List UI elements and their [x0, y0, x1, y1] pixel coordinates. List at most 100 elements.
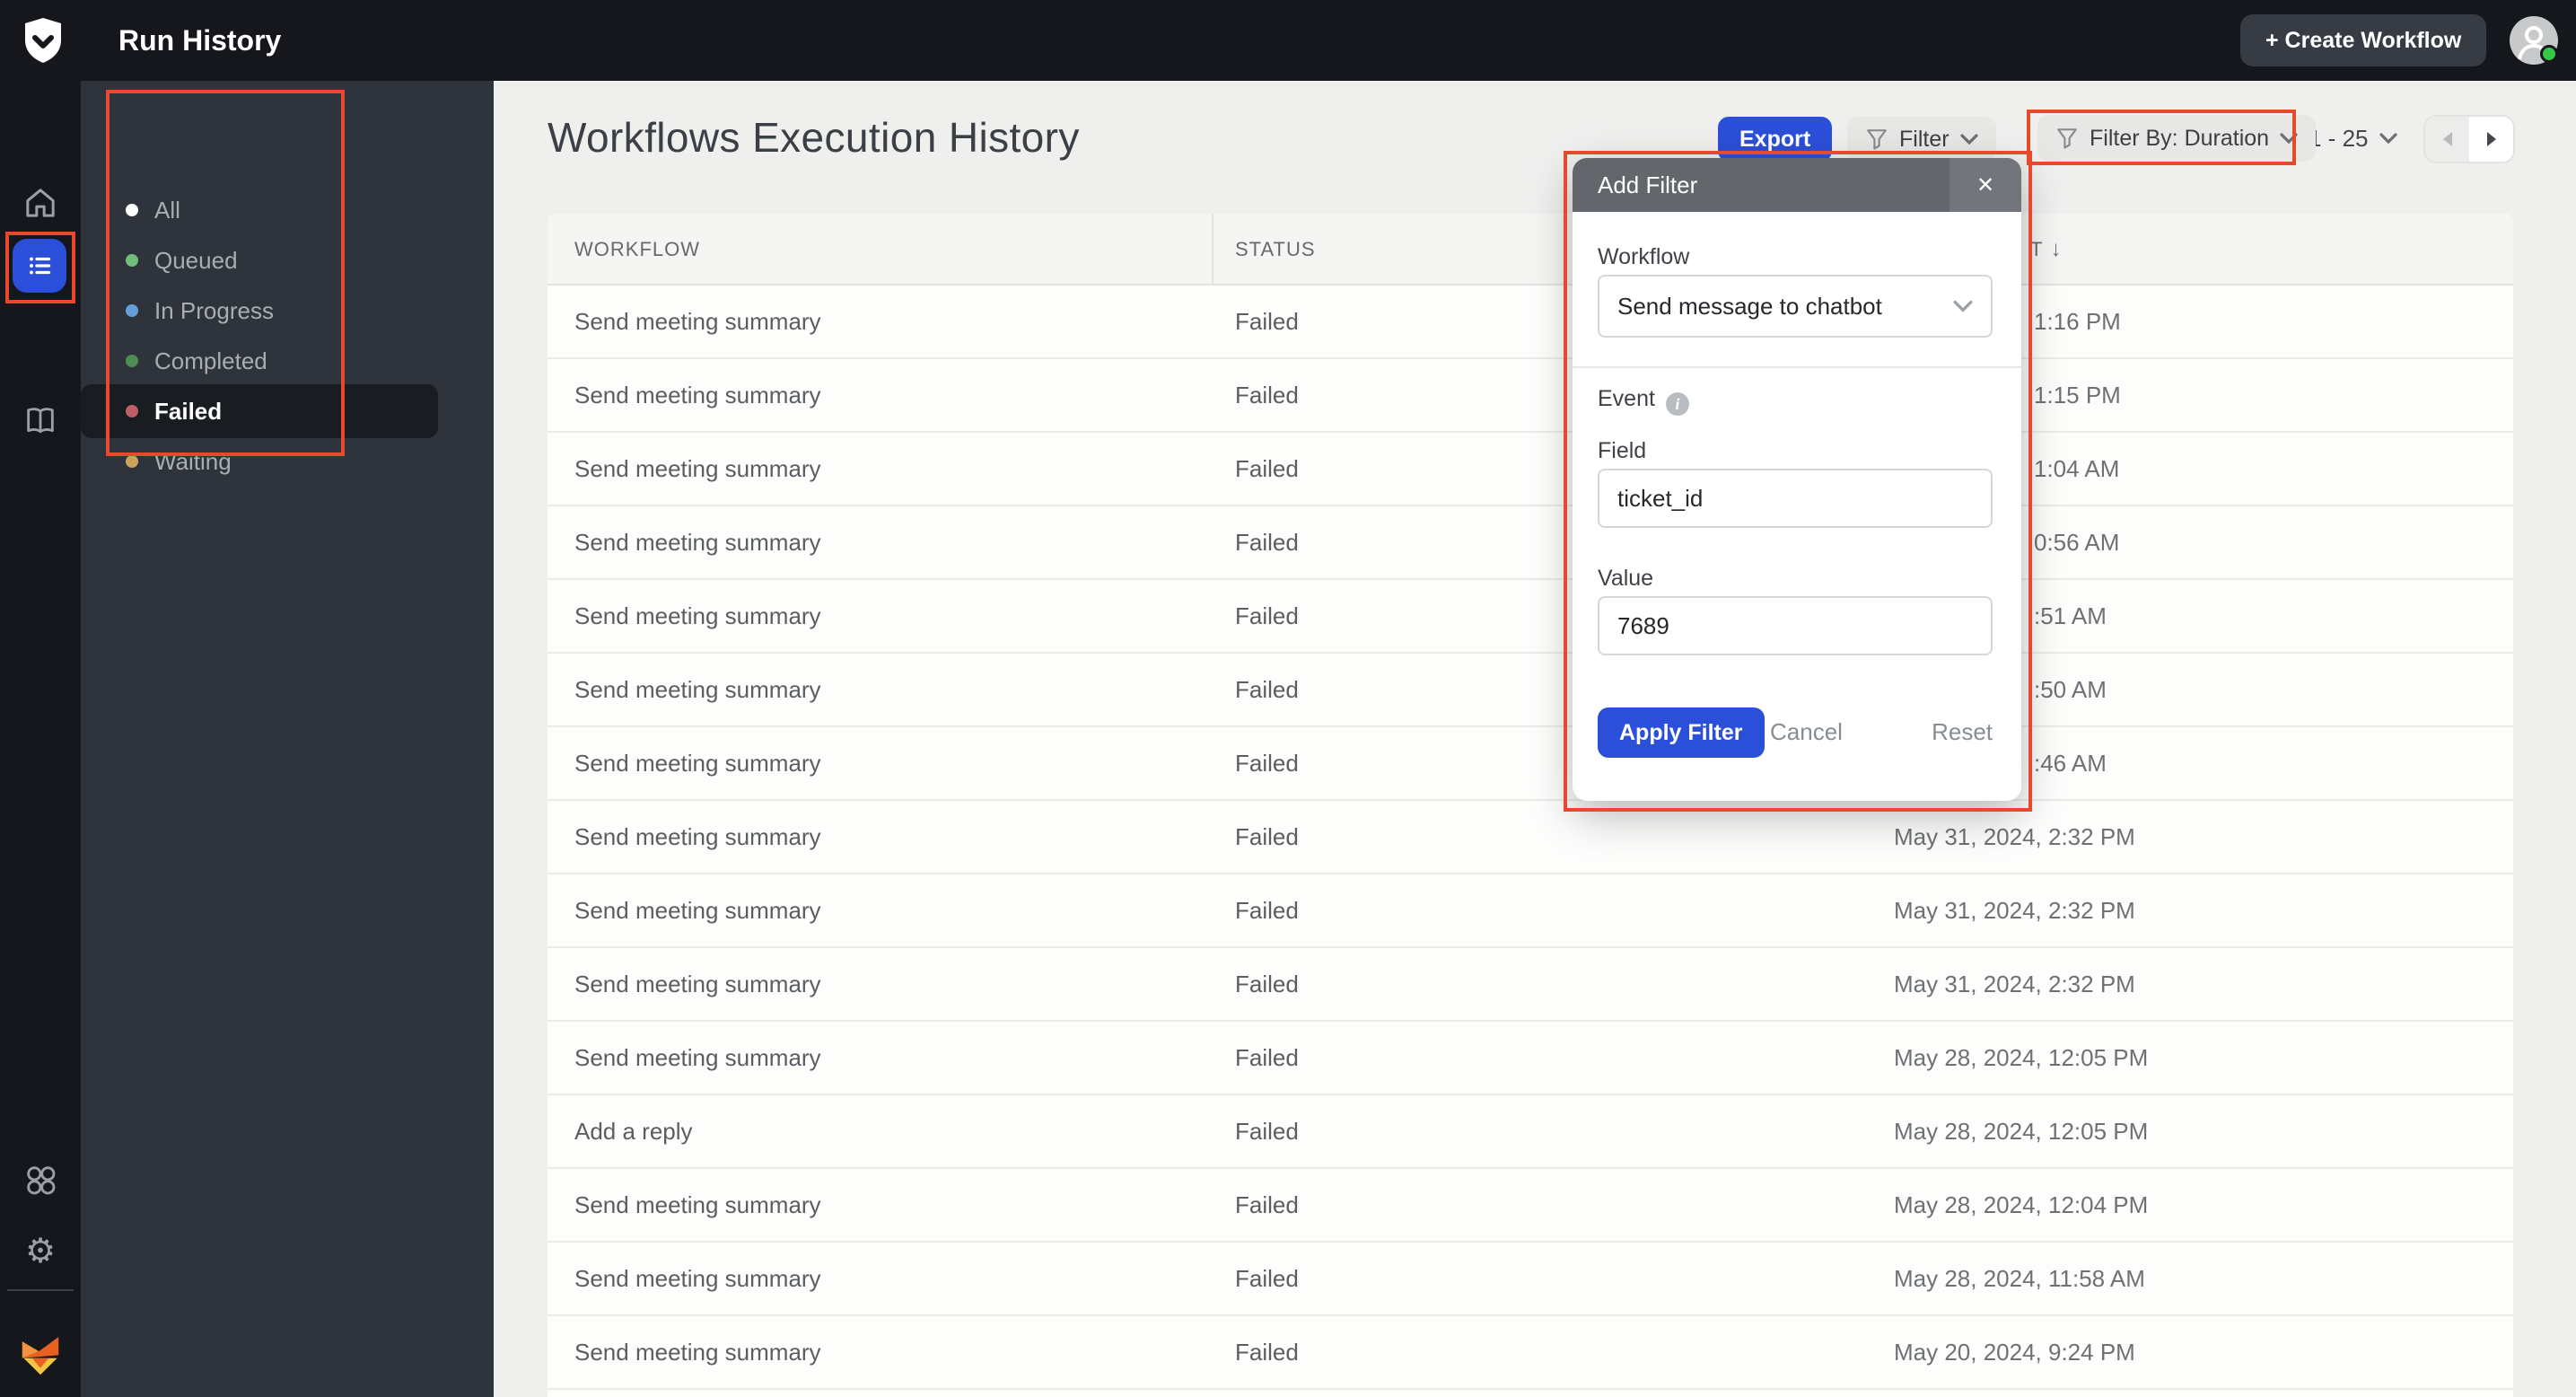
filter-button-label: Filter: [1899, 126, 1950, 152]
cell-workflow: Add a reply: [574, 1118, 693, 1145]
sidebar-item-label: In Progress: [154, 296, 274, 324]
cell-started-at: May 31, 2024, 2:32 PM: [1894, 971, 2135, 997]
close-button[interactable]: ✕: [1950, 158, 2021, 212]
sidebar-item-waiting[interactable]: Waiting: [81, 436, 438, 487]
apps-nav-button[interactable]: [0, 1162, 81, 1198]
cell-status: Failed: [1235, 529, 1299, 556]
status-dot-icon: [126, 405, 138, 417]
info-icon[interactable]: i: [1665, 392, 1689, 416]
table-row[interactable]: Send meeting summary Failed 1:16 PM: [548, 286, 2513, 359]
export-button[interactable]: Export: [1718, 117, 1833, 162]
main-heading: Workflows Execution History: [548, 114, 1080, 161]
column-header-started-at[interactable]: T ↓: [2030, 214, 2062, 286]
cancel-button[interactable]: Cancel: [1770, 718, 1843, 746]
table-row[interactable]: Add a reply Failed May 28, 2024, 12:05 PM: [548, 1095, 2513, 1169]
cell-status: Failed: [1235, 676, 1299, 703]
cell-started-at: May 28, 2024, 11:58 AM: [1894, 1265, 2145, 1292]
workflow-select[interactable]: Send message to chatbot: [1598, 275, 1993, 338]
table-row[interactable]: Send meeting summary Failed 1:15 PM: [548, 359, 2513, 433]
column-divider: [1212, 214, 1214, 286]
filter-button[interactable]: Filter: [1847, 117, 1996, 162]
cell-started-at: 1:15 PM: [2034, 382, 2121, 409]
cell-status: Failed: [1235, 1339, 1299, 1366]
chevron-down-icon: [2379, 133, 2397, 144]
status-dot-icon: [126, 355, 138, 367]
table-row[interactable]: Send meeting summary Failed May 28, 2024, …: [548, 1022, 2513, 1095]
run-history-nav-button-active[interactable]: [13, 239, 66, 293]
sidebar-item-label: Completed: [154, 347, 267, 374]
cell-started-at: 1:16 PM: [2034, 308, 2121, 335]
table-row[interactable]: Send meeting summary Failed May 28, 2024, …: [548, 1169, 2513, 1243]
cell-workflow: Send meeting summary: [574, 602, 821, 629]
filter-by-duration-button[interactable]: Filter By: Duration: [2037, 115, 2317, 162]
status-dot-icon: [126, 304, 138, 317]
cell-started-at: May 31, 2024, 2:32 PM: [1894, 823, 2135, 850]
column-header-status[interactable]: STATUS: [1235, 214, 1316, 286]
table-row-partial: [548, 1390, 2513, 1397]
cell-workflow: Send meeting summary: [574, 823, 821, 850]
value-input[interactable]: [1598, 596, 1993, 655]
sidebar-item-all[interactable]: All: [81, 185, 438, 235]
table-header: WORKFLOW STATUS T ↓: [548, 214, 2513, 286]
table-row[interactable]: Send meeting summary Failed 0:56 AM: [548, 506, 2513, 580]
funnel-icon: [2057, 128, 2077, 149]
previous-page-button[interactable]: [2425, 117, 2469, 162]
table-row[interactable]: Send meeting summary Failed:51 AM: [548, 580, 2513, 654]
pagination-controls: [2425, 117, 2513, 162]
cell-workflow: Send meeting summary: [574, 382, 821, 409]
settings-nav-button[interactable]: ⚙: [0, 1234, 81, 1270]
table-row[interactable]: Send meeting summary Failed May 28, 2024, …: [548, 1243, 2513, 1316]
home-icon: [26, 189, 55, 217]
table-row[interactable]: Send meeting summary Failed 1:04 AM: [548, 433, 2513, 506]
list-icon: [30, 257, 51, 275]
field-label: Field: [1598, 438, 1647, 463]
cell-status: Failed: [1235, 823, 1299, 850]
cell-workflow: Send meeting summary: [574, 455, 821, 482]
create-workflow-button[interactable]: + Create Workflow: [2240, 14, 2487, 66]
online-status-dot: [2540, 45, 2558, 63]
cell-status: Failed: [1235, 1265, 1299, 1292]
cell-workflow: Send meeting summary: [574, 308, 821, 335]
close-icon: ✕: [1976, 172, 1995, 198]
fox-brand-logo: [0, 1332, 81, 1381]
field-input[interactable]: [1598, 469, 1993, 528]
cell-workflow: Send meeting summary: [574, 1265, 821, 1292]
table-row[interactable]: Send meeting summary Failed May 31, 2024, …: [548, 948, 2513, 1022]
apply-filter-button[interactable]: Apply Filter: [1598, 707, 1765, 758]
cell-workflow: Send meeting summary: [574, 750, 821, 777]
cell-status: Failed: [1235, 455, 1299, 482]
next-page-button[interactable]: [2469, 117, 2513, 162]
cell-status: Failed: [1235, 750, 1299, 777]
cell-workflow: Send meeting summary: [574, 897, 821, 924]
pagination-range-dropdown[interactable]: 1 - 25: [2309, 115, 2397, 162]
sidebar-item-in-progress[interactable]: In Progress: [81, 286, 438, 336]
sidebar-item-queued[interactable]: Queued: [81, 235, 438, 286]
table-row[interactable]: Send meeting summary Failed May 20, 2024, …: [548, 1316, 2513, 1390]
table-row[interactable]: Send meeting summary Failed:50 AM: [548, 654, 2513, 727]
cell-status: Failed: [1235, 308, 1299, 335]
workflow-select-value: Send message to chatbot: [1617, 292, 1882, 320]
reset-button[interactable]: Reset: [1932, 718, 1993, 746]
dialog-header: Add Filter ✕: [1573, 158, 2021, 212]
status-dot-icon: [126, 455, 138, 468]
column-header-workflow[interactable]: WORKFLOW: [574, 214, 700, 286]
table-row[interactable]: Send meeting summary Failed May 31, 2024, …: [548, 874, 2513, 948]
cell-status: Failed: [1235, 1044, 1299, 1071]
status-dot-icon: [126, 254, 138, 267]
table-row[interactable]: Send meeting summary Failed:46 AM: [548, 727, 2513, 801]
gear-icon: ⚙: [24, 1233, 57, 1270]
sidebar-item-failed[interactable]: Failed: [81, 384, 438, 438]
docs-nav-button[interactable]: [0, 402, 81, 438]
topbar: Run History + Create Workflow: [0, 0, 2576, 81]
home-nav-button[interactable]: [0, 185, 81, 221]
funnel-icon: [1867, 129, 1887, 150]
shield-logo-icon: [25, 18, 61, 63]
sidebar-item-completed[interactable]: Completed: [81, 336, 438, 386]
chevron-down-icon: [1953, 300, 1973, 312]
dialog-divider: [1573, 366, 2021, 368]
cell-workflow: Send meeting summary: [574, 1044, 821, 1071]
table-row[interactable]: Send meeting summary Failed May 31, 2024, …: [548, 801, 2513, 874]
cell-started-at: May 31, 2024, 2:32 PM: [1894, 897, 2135, 924]
cell-started-at: :50 AM: [2034, 676, 2107, 703]
pagination-range-label: 1 - 25: [2309, 124, 2369, 152]
